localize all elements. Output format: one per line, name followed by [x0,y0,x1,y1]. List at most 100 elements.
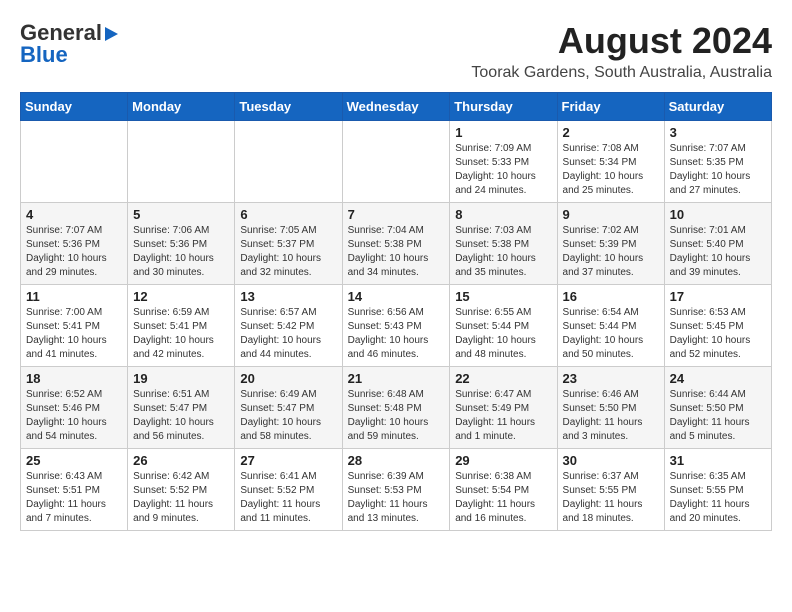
cell-info: Sunrise: 6:57 AMSunset: 5:42 PMDaylight:… [240,307,321,360]
cell-info: Sunrise: 6:42 AMSunset: 5:52 PMDaylight:… [133,471,213,524]
calendar-cell: 20 Sunrise: 6:49 AMSunset: 5:47 PMDayligh… [235,367,342,449]
calendar-cell: 2 Sunrise: 7:08 AMSunset: 5:34 PMDaylight… [557,121,664,203]
day-number: 15 [455,289,551,304]
weekday-header-wednesday: Wednesday [342,93,450,121]
day-number: 28 [348,453,445,468]
cell-info: Sunrise: 6:41 AMSunset: 5:52 PMDaylight:… [240,471,320,524]
calendar-cell: 19 Sunrise: 6:51 AMSunset: 5:47 PMDayligh… [128,367,235,449]
calendar-cell: 25Sunrise: 6:43 AMSunset: 5:51 PMDayligh… [21,449,128,531]
calendar-cell: 15 Sunrise: 6:55 AMSunset: 5:44 PMDayligh… [450,285,557,367]
day-number: 8 [455,207,551,222]
cell-info: Sunrise: 6:51 AMSunset: 5:47 PMDaylight:… [133,389,214,442]
calendar-week-row: 25Sunrise: 6:43 AMSunset: 5:51 PMDayligh… [21,449,772,531]
calendar-cell: 9Sunrise: 7:02 AMSunset: 5:39 PMDaylight… [557,203,664,285]
calendar-table: SundayMondayTuesdayWednesdayThursdayFrid… [20,92,772,531]
cell-info: Sunrise: 7:08 AMSunset: 5:34 PMDaylight:… [563,143,644,196]
day-number: 16 [563,289,659,304]
weekday-header-thursday: Thursday [450,93,557,121]
calendar-cell: 13 Sunrise: 6:57 AMSunset: 5:42 PMDayligh… [235,285,342,367]
cell-info: Sunrise: 6:55 AMSunset: 5:44 PMDaylight:… [455,307,536,360]
calendar-cell: 26Sunrise: 6:42 AMSunset: 5:52 PMDayligh… [128,449,235,531]
cell-info: Sunrise: 6:37 AMSunset: 5:55 PMDaylight:… [563,471,643,524]
day-number: 24 [670,371,766,386]
cell-info: Sunrise: 6:44 AMSunset: 5:50 PMDaylight:… [670,389,750,442]
cell-info: Sunrise: 6:49 AMSunset: 5:47 PMDaylight:… [240,389,321,442]
day-number: 25 [26,453,122,468]
calendar-cell: 3 Sunrise: 7:07 AMSunset: 5:35 PMDaylight… [664,121,771,203]
cell-info: Sunrise: 7:04 AMSunset: 5:38 PMDaylight:… [348,225,429,278]
calendar-cell: 16 Sunrise: 6:54 AMSunset: 5:44 PMDayligh… [557,285,664,367]
calendar-cell: 17 Sunrise: 6:53 AMSunset: 5:45 PMDayligh… [664,285,771,367]
cell-info: Sunrise: 7:05 AMSunset: 5:37 PMDaylight:… [240,225,321,278]
day-number: 20 [240,371,336,386]
calendar-cell: 24 Sunrise: 6:44 AMSunset: 5:50 PMDayligh… [664,367,771,449]
cell-info: Sunrise: 6:38 AMSunset: 5:54 PMDaylight:… [455,471,535,524]
day-number: 31 [670,453,766,468]
day-number: 17 [670,289,766,304]
cell-info: Sunrise: 6:47 AMSunset: 5:49 PMDaylight:… [455,389,535,442]
main-title: August 2024 [471,20,772,62]
calendar-week-row: 18 Sunrise: 6:52 AMSunset: 5:46 PMDayligh… [21,367,772,449]
calendar-cell: 12 Sunrise: 6:59 AMSunset: 5:41 PMDayligh… [128,285,235,367]
calendar-cell: 28Sunrise: 6:39 AMSunset: 5:53 PMDayligh… [342,449,450,531]
cell-info: Sunrise: 6:48 AMSunset: 5:48 PMDaylight:… [348,389,429,442]
calendar-cell: 10 Sunrise: 7:01 AMSunset: 5:40 PMDayligh… [664,203,771,285]
calendar-cell: 6Sunrise: 7:05 AMSunset: 5:37 PMDaylight… [235,203,342,285]
day-number: 2 [563,125,659,140]
calendar-cell [235,121,342,203]
calendar-cell: 4Sunrise: 7:07 AMSunset: 5:36 PMDaylight… [21,203,128,285]
calendar-cell: 8 Sunrise: 7:03 AMSunset: 5:38 PMDaylight… [450,203,557,285]
day-number: 12 [133,289,229,304]
day-number: 13 [240,289,336,304]
day-number: 5 [133,207,229,222]
calendar-cell: 11 Sunrise: 7:00 AMSunset: 5:41 PMDayligh… [21,285,128,367]
cell-info: Sunrise: 7:07 AMSunset: 5:35 PMDaylight:… [670,143,751,196]
cell-info: Sunrise: 7:09 AMSunset: 5:33 PMDaylight:… [455,143,536,196]
day-number: 3 [670,125,766,140]
weekday-header-saturday: Saturday [664,93,771,121]
logo-arrow-icon [105,27,118,41]
calendar-cell: 14 Sunrise: 6:56 AMSunset: 5:43 PMDayligh… [342,285,450,367]
weekday-header-tuesday: Tuesday [235,93,342,121]
day-number: 29 [455,453,551,468]
logo: General Blue [20,20,118,68]
logo-blue: Blue [20,42,68,68]
page-header: General Blue August 2024 Toorak Gardens,… [20,20,772,82]
day-number: 21 [348,371,445,386]
day-number: 23 [563,371,659,386]
day-number: 14 [348,289,445,304]
cell-info: Sunrise: 7:02 AMSunset: 5:39 PMDaylight:… [563,225,644,278]
calendar-week-row: 1 Sunrise: 7:09 AMSunset: 5:33 PMDaylight… [21,121,772,203]
calendar-cell: 22 Sunrise: 6:47 AMSunset: 5:49 PMDayligh… [450,367,557,449]
day-number: 27 [240,453,336,468]
cell-info: Sunrise: 7:03 AMSunset: 5:38 PMDaylight:… [455,225,536,278]
day-number: 4 [26,207,122,222]
calendar-cell [128,121,235,203]
cell-info: Sunrise: 7:01 AMSunset: 5:40 PMDaylight:… [670,225,751,278]
cell-info: Sunrise: 6:54 AMSunset: 5:44 PMDaylight:… [563,307,644,360]
day-number: 19 [133,371,229,386]
day-number: 1 [455,125,551,140]
subtitle: Toorak Gardens, South Australia, Austral… [471,64,772,82]
calendar-cell: 18 Sunrise: 6:52 AMSunset: 5:46 PMDayligh… [21,367,128,449]
cell-info: Sunrise: 6:35 AMSunset: 5:55 PMDaylight:… [670,471,750,524]
calendar-cell [21,121,128,203]
calendar-cell: 1 Sunrise: 7:09 AMSunset: 5:33 PMDaylight… [450,121,557,203]
day-number: 11 [26,289,122,304]
calendar-week-row: 11 Sunrise: 7:00 AMSunset: 5:41 PMDayligh… [21,285,772,367]
weekday-header-row: SundayMondayTuesdayWednesdayThursdayFrid… [21,93,772,121]
day-number: 18 [26,371,122,386]
cell-info: Sunrise: 6:56 AMSunset: 5:43 PMDaylight:… [348,307,429,360]
cell-info: Sunrise: 6:52 AMSunset: 5:46 PMDaylight:… [26,389,107,442]
cell-info: Sunrise: 6:46 AMSunset: 5:50 PMDaylight:… [563,389,643,442]
cell-info: Sunrise: 6:53 AMSunset: 5:45 PMDaylight:… [670,307,751,360]
weekday-header-monday: Monday [128,93,235,121]
title-block: August 2024 Toorak Gardens, South Austra… [471,20,772,82]
cell-info: Sunrise: 7:00 AMSunset: 5:41 PMDaylight:… [26,307,107,360]
day-number: 30 [563,453,659,468]
cell-info: Sunrise: 6:59 AMSunset: 5:41 PMDaylight:… [133,307,214,360]
calendar-cell: 29 Sunrise: 6:38 AMSunset: 5:54 PMDayligh… [450,449,557,531]
day-number: 22 [455,371,551,386]
day-number: 10 [670,207,766,222]
calendar-cell: 21 Sunrise: 6:48 AMSunset: 5:48 PMDayligh… [342,367,450,449]
